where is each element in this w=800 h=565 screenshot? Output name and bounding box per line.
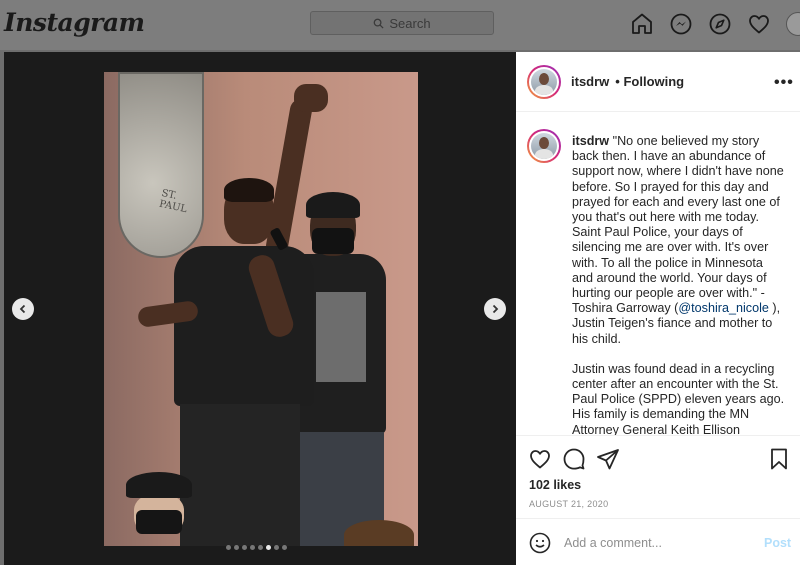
bookmark-icon[interactable]: [767, 447, 791, 471]
caption-text: itsdrw "No one believed my story back th…: [572, 134, 786, 435]
home-icon[interactable]: [630, 12, 654, 36]
carousel-dot: [274, 545, 279, 550]
carousel-dot: [282, 545, 287, 550]
author-avatar[interactable]: [527, 65, 561, 99]
search-input[interactable]: Search: [310, 11, 494, 35]
carousel-dot: [234, 545, 239, 550]
mention-link[interactable]: @toshira_nicole: [678, 301, 769, 315]
next-arrow-icon[interactable]: [484, 298, 506, 320]
messenger-icon[interactable]: [669, 12, 693, 36]
carousel-dot: [250, 545, 255, 550]
emoji-icon[interactable]: [528, 531, 552, 555]
caption-avatar[interactable]: [527, 129, 561, 163]
post-media: ST. PAUL: [4, 52, 516, 565]
action-bar: 102 likes AUGUST 21, 2020 Add a comment.…: [516, 435, 800, 565]
carousel-indicator: [226, 545, 287, 550]
search-placeholder: Search: [389, 15, 431, 31]
following-button[interactable]: • Following: [615, 74, 684, 89]
likes-count[interactable]: 102 likes: [529, 478, 581, 492]
comment-input[interactable]: Add a comment...: [564, 536, 662, 550]
caption-area: itsdrw "No one believed my story back th…: [516, 113, 800, 435]
explore-icon[interactable]: [708, 12, 732, 36]
instagram-logo[interactable]: Instagram: [4, 8, 145, 37]
post-comment-button[interactable]: Post: [764, 536, 791, 550]
author-username[interactable]: itsdrw: [571, 74, 609, 89]
more-options-icon[interactable]: •••: [774, 74, 794, 92]
comment-icon[interactable]: [562, 447, 586, 471]
carousel-dot: [226, 545, 231, 550]
share-icon[interactable]: [596, 447, 620, 471]
prev-arrow-icon[interactable]: [12, 298, 34, 320]
carousel-dot: [258, 545, 263, 550]
like-heart-icon[interactable]: [528, 447, 552, 471]
search-icon: [374, 18, 384, 29]
post-date[interactable]: AUGUST 21, 2020: [529, 499, 608, 509]
post-photo: ST. PAUL: [104, 72, 418, 546]
carousel-dot: [242, 545, 247, 550]
carousel-dot: [266, 545, 271, 550]
comment-box: Add a comment... Post: [516, 518, 800, 565]
top-navbar: Instagram Search: [0, 0, 800, 50]
profile-avatar[interactable]: [786, 12, 800, 36]
caption-paragraph: Justin was found dead in a recycling cen…: [572, 361, 785, 435]
post-header: itsdrw • Following •••: [516, 52, 800, 112]
post-sidebar: itsdrw • Following ••• itsdrw "No one be…: [516, 52, 800, 565]
heart-icon[interactable]: [747, 12, 771, 36]
caption-username[interactable]: itsdrw: [572, 134, 609, 148]
